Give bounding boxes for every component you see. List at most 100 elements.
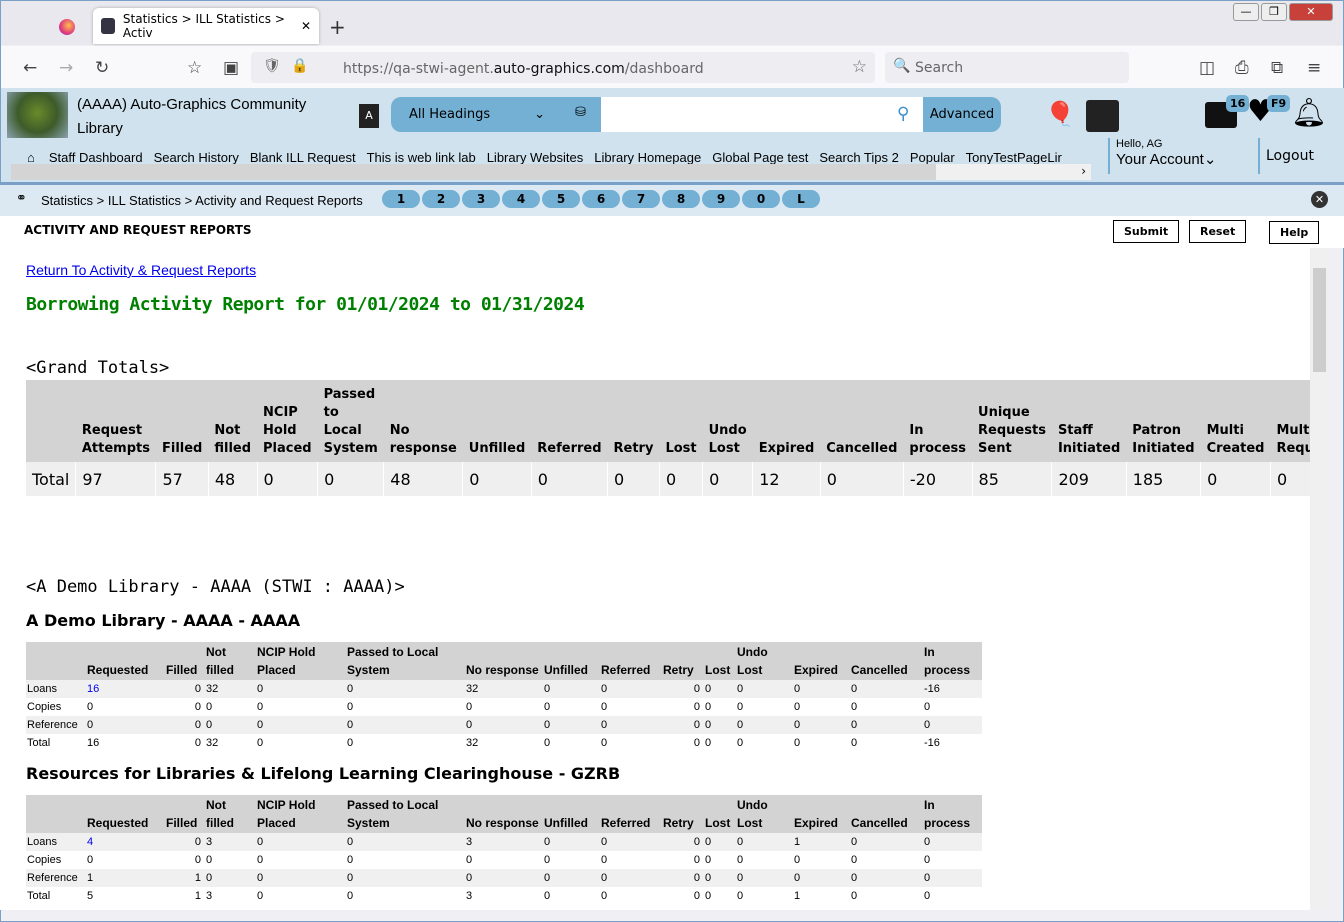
submit-button[interactable]: Submit xyxy=(1113,220,1180,243)
new-tab-button[interactable]: + xyxy=(329,15,346,39)
bookmark-icon[interactable]: ☆ xyxy=(852,57,867,77)
database-icon[interactable]: ⛁ xyxy=(575,105,586,120)
table-cell: 0 xyxy=(607,462,660,496)
requested-link[interactable]: 16 xyxy=(86,680,165,698)
page-shortcut-button[interactable]: 4 xyxy=(502,190,540,208)
balloon-icon[interactable]: 🎈 xyxy=(1045,100,1075,128)
table-cell: 1 xyxy=(165,869,205,887)
menu-item[interactable]: Search Tips 2 xyxy=(819,150,899,165)
menu-scrollbar[interactable]: › xyxy=(11,164,1091,180)
table-cell: 0 xyxy=(206,854,213,866)
menu-item[interactable]: TonyTestPageLir xyxy=(966,150,1062,165)
menu-item[interactable]: Library Homepage xyxy=(594,150,701,165)
page-shortcut-button[interactable]: 6 xyxy=(582,190,620,208)
page-shortcuts: 1234567890L xyxy=(382,190,820,208)
page-shortcut-button[interactable]: 7 xyxy=(622,190,660,208)
menu-item[interactable]: Staff Dashboard xyxy=(49,150,143,165)
menu-item[interactable]: Blank ILL Request xyxy=(250,150,356,165)
bell-icon[interactable]: 🔔︎ xyxy=(1291,96,1327,129)
logout-link[interactable]: Logout xyxy=(1258,138,1314,174)
table-cell: 0 xyxy=(600,833,662,851)
table-cell: 0 xyxy=(347,737,354,749)
menu-item[interactable]: Global Page test xyxy=(712,150,808,165)
bookmark-star-icon[interactable]: ☆ xyxy=(187,58,202,78)
table-cell: 0 xyxy=(1200,462,1271,496)
url-bar[interactable]: https://qa-stwi-agent.auto-graphics.com/… xyxy=(251,52,875,83)
requested-link[interactable]: 4 xyxy=(86,833,165,851)
page-shortcut-button[interactable]: 3 xyxy=(462,190,500,208)
shield-icon[interactable]: 🛡 xyxy=(263,58,281,74)
list-count-badge: 16 xyxy=(1226,95,1250,112)
column-header xyxy=(26,795,86,833)
table-cell: 0 xyxy=(850,869,923,887)
table-cell: 5 xyxy=(87,890,94,902)
return-link[interactable]: Return To Activity & Request Reports xyxy=(26,262,256,278)
page-shortcut-button[interactable]: 9 xyxy=(702,190,740,208)
column-header: Undo Lost xyxy=(702,380,753,462)
browser-search[interactable]: 🔍 Search xyxy=(885,52,1129,83)
screenshot-icon[interactable]: ▣ xyxy=(223,58,239,78)
restore-button[interactable]: ❐ xyxy=(1261,3,1287,21)
reload-icon[interactable]: ↻ xyxy=(95,58,109,78)
column-header: NCIP Hold Placed xyxy=(257,380,318,462)
help-button[interactable]: Help xyxy=(1269,221,1320,244)
table-cell: 0 xyxy=(704,869,736,887)
column-header: Passed to Local System xyxy=(346,795,465,833)
table-cell: 0 xyxy=(662,716,704,734)
table-cell: 0 xyxy=(165,833,205,851)
menu-item[interactable]: Library Websites xyxy=(487,150,584,165)
table-cell: 0 xyxy=(851,701,858,713)
table-cell: 0 xyxy=(346,833,465,851)
scrollbar-thumb[interactable] xyxy=(1313,268,1326,372)
language-icon[interactable]: A xyxy=(359,104,379,128)
account-menu[interactable]: Hello, AG Your Account⌄ xyxy=(1108,138,1216,174)
table-cell: 0 xyxy=(851,737,858,749)
menu-icon[interactable]: ≡ xyxy=(1307,58,1321,78)
search-input[interactable] xyxy=(601,97,923,132)
table-cell: 0 xyxy=(165,680,205,698)
table-cell: 1 xyxy=(86,869,165,887)
column-header: Multi Requests xyxy=(1270,380,1310,462)
home-icon[interactable]: ⌂ xyxy=(27,150,35,165)
browser-tab[interactable]: Statistics > ILL Statistics > Activ ✕ xyxy=(93,8,319,44)
column-header: No response xyxy=(465,642,543,680)
table-cell: 209 xyxy=(1051,462,1127,496)
table-cell: Total xyxy=(27,737,51,749)
grand-totals-table: Request Attempts Filled Not filled NCIP Hol… xyxy=(26,380,1310,496)
close-window-button[interactable]: ✕ xyxy=(1289,3,1333,21)
forward-icon[interactable]: → xyxy=(59,58,73,78)
page-shortcut-button[interactable]: 5 xyxy=(542,190,580,208)
search-icon[interactable]: ⚲ xyxy=(897,104,909,124)
table-cell: 0 xyxy=(347,701,354,713)
page-shortcut-button[interactable]: 2 xyxy=(422,190,460,208)
close-icon[interactable]: ✕ xyxy=(1311,191,1328,208)
menu-item[interactable]: This is web link lab xyxy=(367,150,476,165)
reset-button[interactable]: Reset xyxy=(1189,220,1247,243)
column-header: In process xyxy=(923,642,982,680)
menu-item[interactable]: Search History xyxy=(154,150,239,165)
extensions-icon[interactable]: ⧉ xyxy=(1271,58,1283,78)
page-shortcut-button[interactable]: 8 xyxy=(662,190,700,208)
vertical-scrollbar[interactable] xyxy=(1310,248,1328,910)
back-icon[interactable]: ← xyxy=(23,58,37,78)
advanced-search-button[interactable]: Advanced xyxy=(923,97,1001,132)
menu-item[interactable]: Popular xyxy=(910,150,955,165)
scan-search-icon[interactable] xyxy=(1086,100,1119,132)
pocket-icon[interactable]: ◫ xyxy=(1199,58,1215,78)
table-cell: 0 xyxy=(256,716,346,734)
report-title: Borrowing Activity Report for 01/01/2024… xyxy=(26,294,585,315)
print-icon[interactable]: ⎙ xyxy=(1235,58,1249,78)
lock-icon[interactable]: 🔒 xyxy=(291,58,308,74)
page-shortcut-button[interactable]: L xyxy=(782,190,820,208)
table-cell: 0 xyxy=(793,869,850,887)
column-header: No response xyxy=(465,795,543,833)
page-shortcut-button[interactable]: 0 xyxy=(742,190,780,208)
close-tab-icon[interactable]: ✕ xyxy=(301,19,311,33)
page-shortcut-button[interactable]: 1 xyxy=(382,190,420,208)
minimize-button[interactable]: — xyxy=(1233,3,1259,21)
table-cell: 0 xyxy=(194,854,201,866)
search-scope-select[interactable]: All Headings ⌄ xyxy=(391,107,551,122)
column-header: Lost xyxy=(659,380,703,462)
column-header xyxy=(26,642,86,680)
scroll-right-icon[interactable]: › xyxy=(936,164,1091,180)
